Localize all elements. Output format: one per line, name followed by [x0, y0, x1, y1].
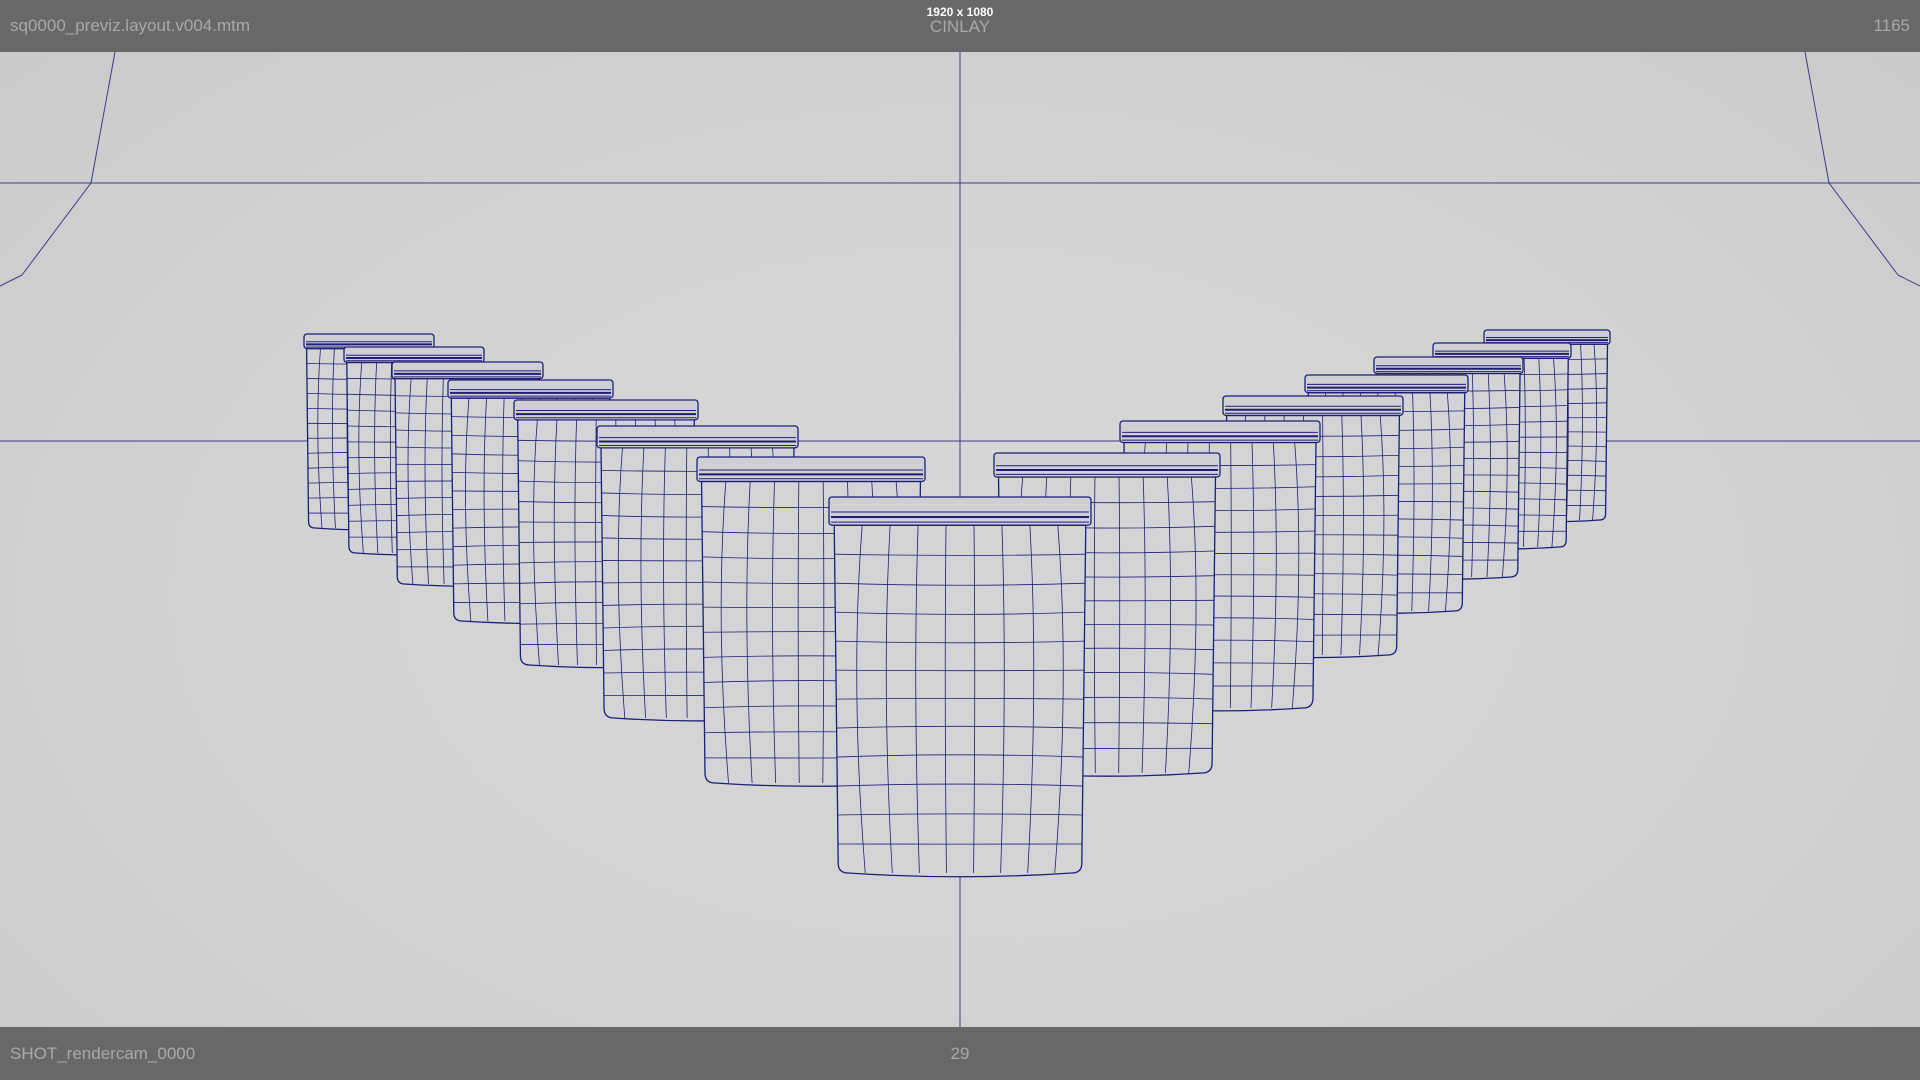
guide-line [1804, 51, 1830, 184]
guide-line [1897, 274, 1920, 287]
pouch-cap [447, 379, 614, 399]
pouch-cap [596, 425, 799, 449]
pouch-cap [1119, 420, 1321, 444]
viewport-scene[interactable] [0, 0, 1920, 1080]
frame-count: 1165 [1873, 16, 1910, 35]
guide-line [1828, 182, 1899, 276]
current-frame: 29 [950, 1044, 970, 1063]
guide-line [90, 51, 116, 184]
pouch-cap [1304, 374, 1469, 394]
guide-line [21, 182, 92, 276]
guide-line [0, 274, 23, 287]
3d-viewport[interactable] [0, 0, 1920, 1080]
hud-label: CINLAY [929, 17, 991, 36]
pouch-cap [513, 399, 699, 421]
pouch-cap [993, 452, 1221, 478]
pouch-cap [1222, 395, 1404, 417]
pouch-body [833, 524, 1087, 878]
pouch-wireframe[interactable] [828, 496, 1092, 878]
pouch-cap [828, 496, 1092, 526]
pouch-cap [696, 456, 926, 483]
